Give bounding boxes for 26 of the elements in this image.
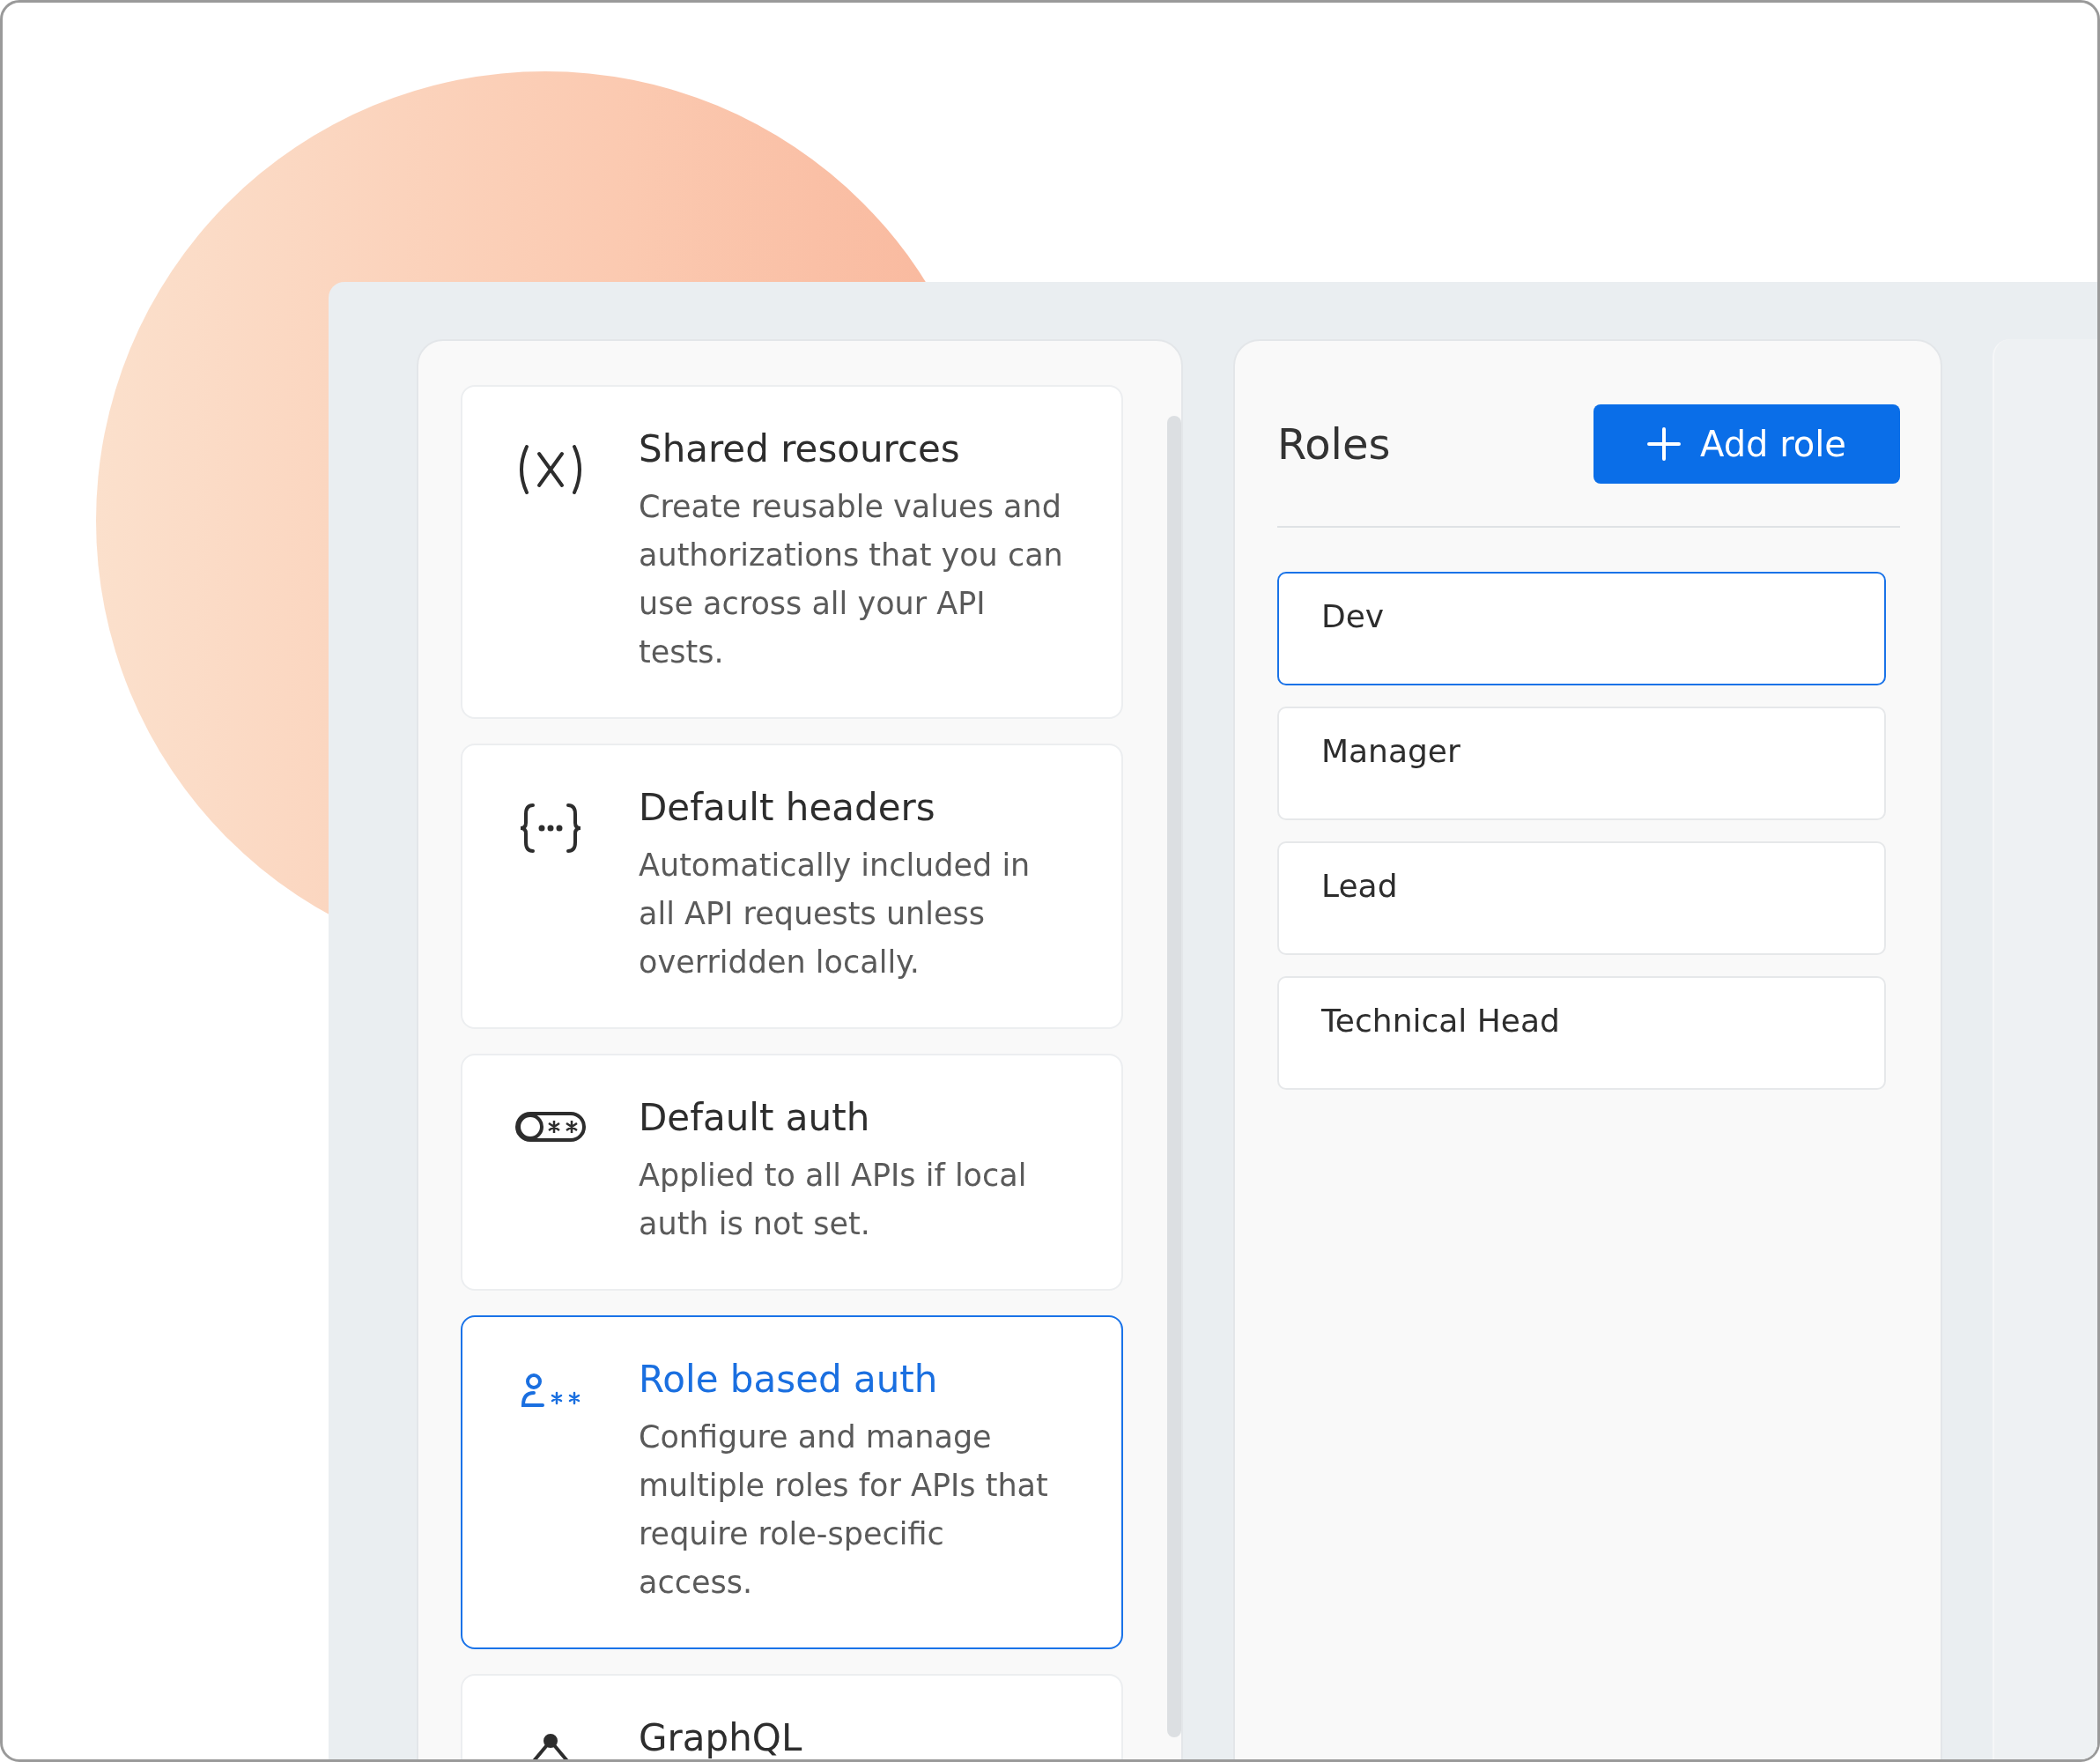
role-item[interactable]: Manager	[1277, 707, 1886, 820]
feature-description: Configure and manage multiple roles for APIs that require role-specific access.	[639, 1418, 1049, 1602]
user-key-icon	[520, 1373, 581, 1409]
feature-description: Automatically included in all API requests unless overridden locally.	[639, 847, 1032, 981]
role-item[interactable]: Lead	[1277, 841, 1886, 955]
braces-icon	[519, 802, 582, 855]
role-item[interactable]: Technical Head	[1277, 976, 1886, 1090]
feature-card[interactable]: Shared resources Create reusable values and authorizations that you can use across all your API tests.	[461, 385, 1123, 719]
role-item[interactable]: Dev	[1277, 572, 1886, 685]
feature-title: Default auth	[639, 1096, 871, 1139]
toggle-icon	[515, 1112, 586, 1142]
feature-description: Applied to all APIs if local auth is not set.	[639, 1157, 1028, 1243]
feature-card[interactable]: GraphQL	[461, 1674, 1123, 1759]
roles-title: Roles	[1277, 419, 1391, 469]
feature-title: Shared resources	[639, 427, 961, 470]
feature-card[interactable]: Default headers Automatically included in all API requests unless overridden locally.	[461, 744, 1123, 1029]
scrollbar[interactable]	[1167, 416, 1181, 1737]
plus-icon	[1647, 427, 1682, 461]
feature-card[interactable]: Role based auth Configure and manage multiple roles for APIs that require role-specific access.	[461, 1315, 1123, 1649]
add-role-button[interactable]: Add role	[1593, 404, 1900, 484]
add-role-label: Add role	[1700, 424, 1846, 464]
feature-description: Create reusable values and authorizations that you can use across all your API tests.	[639, 488, 1064, 671]
feature-title: Default headers	[639, 786, 936, 829]
feature-card[interactable]: Default auth Applied to all APIs if local auth is not set.	[461, 1054, 1123, 1291]
feature-title: GraphQL	[639, 1716, 803, 1759]
feature-title: Role based auth	[639, 1358, 939, 1401]
